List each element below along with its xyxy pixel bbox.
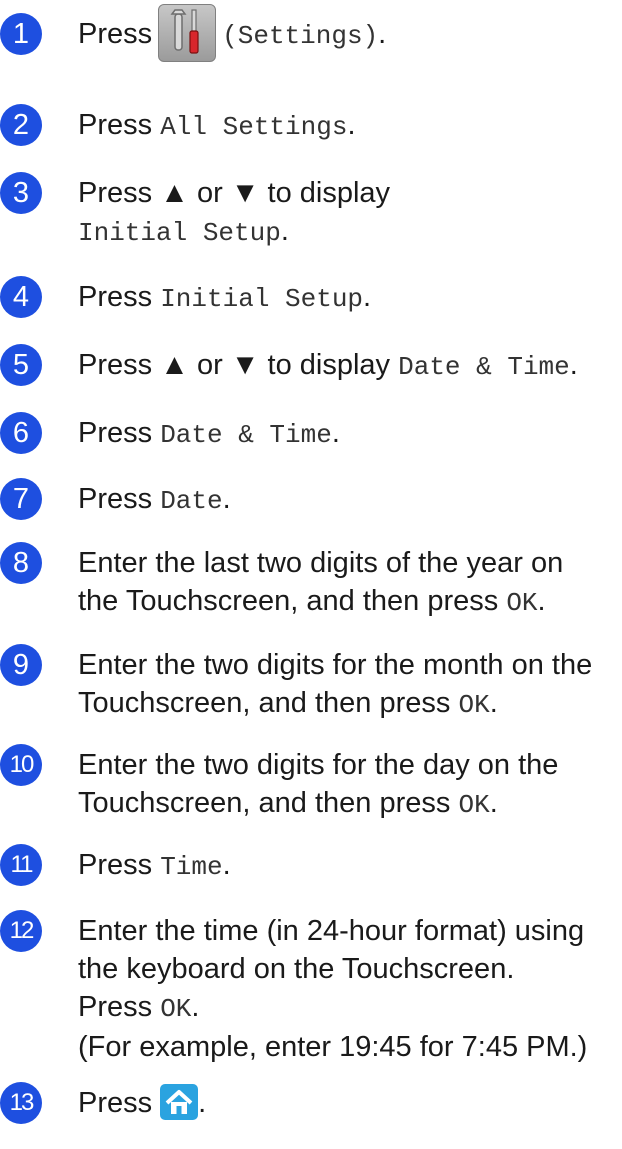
step-text: Press All Settings. bbox=[78, 109, 356, 142]
step-text: Press ▲ or ▼ to display Date & Time. bbox=[78, 349, 578, 382]
step-number: 9 bbox=[0, 644, 42, 686]
step-number: 4 bbox=[0, 276, 42, 318]
step-text: Press Date & Time. bbox=[78, 417, 340, 450]
step-number: 3 bbox=[0, 172, 42, 214]
step-number: 10 bbox=[0, 744, 42, 786]
step-text: Enter the two digits for the month on th… bbox=[78, 649, 593, 720]
step-number: 2 bbox=[0, 104, 42, 146]
step-text: Press Date. bbox=[78, 483, 231, 516]
step-number: 12 bbox=[0, 910, 42, 952]
step-number: 7 bbox=[0, 478, 42, 520]
step-text: Enter the last two digits of the year on… bbox=[78, 547, 564, 618]
settings-tools-icon bbox=[158, 4, 217, 63]
step-text: Enter the two digits for the day on the … bbox=[78, 749, 559, 820]
step-number: 1 bbox=[0, 13, 42, 55]
step-text: Enter the time (in 24-hour format) using… bbox=[78, 915, 588, 1063]
step-number: 6 bbox=[0, 412, 42, 454]
step-text: Press ▲ or ▼ to display Initial Setup. bbox=[78, 177, 391, 248]
home-icon bbox=[160, 1084, 199, 1121]
step-number: 8 bbox=[0, 542, 42, 584]
step-text: Press. bbox=[78, 1084, 618, 1122]
step-text: Press Time. bbox=[78, 849, 231, 882]
step-text: Press Initial Setup. bbox=[78, 281, 372, 314]
step-number: 11 bbox=[0, 844, 42, 886]
step-number: 13 bbox=[0, 1082, 42, 1124]
step-text: Press (Settings). bbox=[78, 4, 618, 63]
step-number: 5 bbox=[0, 344, 42, 386]
